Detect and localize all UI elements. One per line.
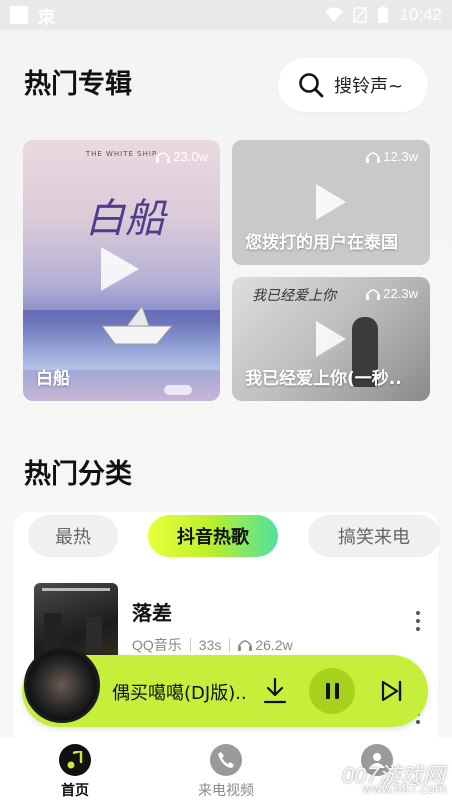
watermark-url: www.007.com — [362, 782, 447, 796]
album-card-2[interactable]: 我已经爱上你 22.3w 我已经爱上你(一秒.. — [232, 277, 430, 401]
tab-douyin-hits[interactable]: 抖音热歌 — [148, 515, 278, 557]
no-sim-icon — [353, 7, 368, 23]
player-album-art[interactable] — [24, 647, 100, 723]
album-cover-script: 我已经爱上你 — [252, 288, 336, 304]
tab-hot[interactable]: 最热 — [28, 515, 118, 557]
album-card-0[interactable]: THE WHITE SHIP 白船 23.0w 白船 — [23, 140, 220, 401]
thumb-figure — [86, 617, 102, 653]
headphones-icon — [366, 288, 381, 300]
thumb-caption — [42, 588, 110, 591]
play-count: 12.3w — [366, 149, 418, 164]
play-count-value: 23.0w — [173, 149, 208, 164]
categories-title: 热门分类 — [24, 459, 132, 490]
album-title: 白船 — [36, 369, 70, 389]
search-icon — [299, 73, 324, 98]
label-logo — [164, 385, 192, 395]
album-title: 我已经爱上你(一秒.. — [245, 369, 402, 389]
headphones-icon — [366, 151, 381, 163]
status-bar: 朿 10:42 — [0, 0, 452, 30]
song-source: QQ音乐 — [132, 637, 182, 653]
divider — [189, 638, 191, 652]
song-title: 落差 — [132, 601, 172, 625]
player-song-title: 偶买噶噶(DJ版).. — [112, 683, 247, 704]
album-title: 您拨打的用户在泰国 — [245, 233, 398, 253]
music-note-icon — [59, 744, 91, 776]
play-count: 23.0w — [156, 149, 208, 164]
song-duration: 33s — [198, 637, 222, 653]
paper-boat-icon — [101, 306, 174, 345]
nav-home[interactable]: 首页 — [30, 744, 120, 800]
song-plays: 26.2w — [255, 637, 293, 653]
nav-label: 来电视频 — [198, 783, 254, 799]
app-notification-icon: 朿 — [38, 7, 55, 28]
play-count: 22.3w — [366, 286, 418, 301]
song-meta: QQ音乐 33s 26.2w — [132, 635, 293, 655]
song-row[interactable]: 落差 QQ音乐 33s 26.2w — [34, 583, 434, 667]
download-icon[interactable] — [262, 677, 288, 705]
search-button[interactable]: 搜铃声~ — [278, 58, 428, 112]
play-count-value: 12.3w — [383, 149, 418, 164]
play-icon — [316, 184, 346, 220]
play-icon — [316, 321, 346, 357]
more-options-icon[interactable] — [416, 611, 420, 631]
divider — [229, 638, 231, 652]
play-icon — [101, 247, 139, 291]
wifi-icon — [325, 7, 344, 22]
notification-icon — [10, 6, 28, 24]
nav-call-video[interactable]: 来电视频 — [181, 744, 271, 800]
pause-button[interactable] — [309, 668, 355, 714]
clock: 10:42 — [399, 5, 442, 24]
next-track-icon[interactable] — [380, 679, 404, 703]
search-placeholder: 搜铃声~ — [334, 76, 404, 97]
phone-icon — [210, 744, 242, 776]
nav-label: 首页 — [61, 783, 89, 799]
album-card-1[interactable]: 12.3w 您拨打的用户在泰国 — [232, 140, 430, 265]
page-title: 热门专辑 — [24, 69, 132, 100]
mini-player[interactable]: 偶买噶噶(DJ版).. — [22, 647, 428, 727]
play-count-value: 22.3w — [383, 286, 418, 301]
album-cover-script: 白船 — [85, 196, 165, 242]
headphones-icon — [238, 640, 253, 651]
tab-funny-ringtones[interactable]: 搞笑来电 — [308, 515, 440, 557]
headphones-icon — [156, 151, 171, 163]
battery-icon — [378, 6, 389, 23]
pause-icon — [325, 683, 330, 699]
